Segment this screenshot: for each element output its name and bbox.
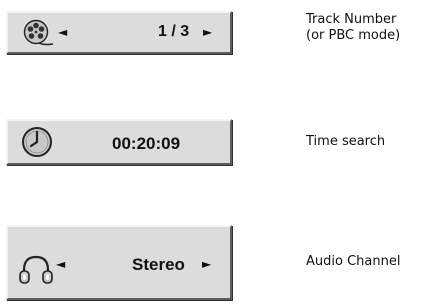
audio-channel-display: ◄ Stereo ► [6, 225, 232, 300]
next-audio-arrow: ► [202, 257, 212, 271]
clock-icon [22, 127, 52, 157]
time-search-value: 00:20:09 [112, 134, 181, 153]
previous-audio-arrow: ◄ [56, 257, 66, 271]
next-track-arrow: ► [203, 25, 213, 39]
audio-channel-caption: Audio Channel [306, 254, 401, 269]
track-number-value: 1 / 3 [158, 23, 190, 40]
track-number-caption: Track Number (or PBC mode) [306, 12, 400, 44]
time-search-display: 00:20:09 [6, 119, 232, 165]
track-number-caption-line2: (or PBC mode) [306, 28, 401, 43]
time-search-caption: Time search [306, 134, 386, 149]
track-number-caption-line1: Track Number [306, 12, 397, 27]
track-number-display: ◄ 1 / 3 ► [6, 11, 232, 54]
headphones-icon [19, 255, 53, 284]
audio-channel-value: Stereo [132, 255, 185, 274]
previous-track-arrow: ◄ [58, 25, 68, 39]
film-reel-icon [23, 19, 54, 46]
